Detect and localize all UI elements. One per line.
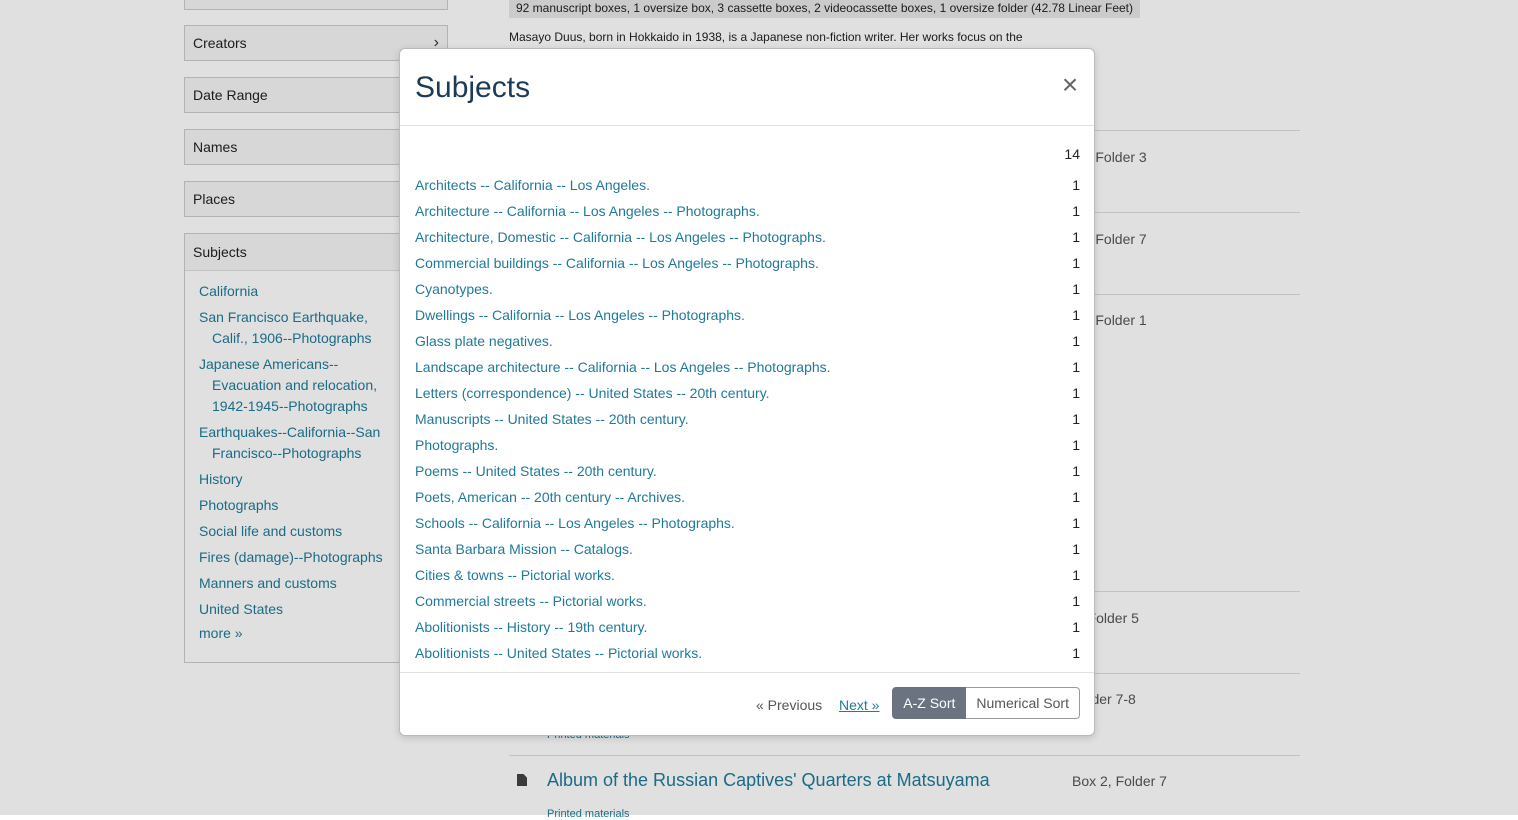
modal-footer: « Previous Next » A-Z Sort Numerical Sor…: [400, 672, 1094, 735]
subject-link[interactable]: Commercial buildings -- California -- Lo…: [415, 255, 819, 271]
subject-link[interactable]: Abolitionists -- United States -- Pictor…: [415, 645, 702, 661]
next-page-link[interactable]: Next »: [839, 697, 879, 713]
subject-list: Architects -- California -- Los Angeles.…: [415, 172, 1080, 666]
subject-count: 1: [1072, 255, 1080, 271]
subject-count: 1: [1072, 567, 1080, 583]
subject-count: 1: [1072, 281, 1080, 297]
subject-count: 1: [1072, 593, 1080, 609]
subject-count: 1: [1072, 385, 1080, 401]
subject-count: 1: [1072, 645, 1080, 661]
subject-link[interactable]: Commercial streets -- Pictorial works.: [415, 593, 647, 609]
modal-header: Subjects ×: [400, 49, 1094, 126]
subject-row: Architects -- California -- Los Angeles.…: [415, 172, 1080, 198]
subject-link[interactable]: Schools -- California -- Los Angeles -- …: [415, 515, 735, 531]
subject-count: 1: [1072, 359, 1080, 375]
subject-row: Photographs. 1: [415, 432, 1080, 458]
subject-row: Santa Barbara Mission -- Catalogs. 1: [415, 536, 1080, 562]
subject-row: Cyanotypes. 1: [415, 276, 1080, 302]
subject-link[interactable]: Photographs.: [415, 437, 498, 453]
subject-count: 1: [1072, 307, 1080, 323]
subject-link[interactable]: Landscape architecture -- California -- …: [415, 359, 831, 375]
subject-count: 1: [1072, 463, 1080, 479]
sort-toggle-group: A-Z Sort Numerical Sort: [892, 687, 1080, 719]
subject-row: Landscape architecture -- California -- …: [415, 354, 1080, 380]
subject-count: 1: [1072, 515, 1080, 531]
subject-row: Cities & towns -- Pictorial works. 1: [415, 562, 1080, 588]
subject-count: 1: [1072, 333, 1080, 349]
total-count: 14: [1064, 146, 1080, 162]
subject-link[interactable]: Abolitionists -- History -- 19th century…: [415, 619, 647, 635]
subject-count: 1: [1072, 437, 1080, 453]
subject-row: Commercial buildings -- California -- Lo…: [415, 250, 1080, 276]
subject-row: Abolitionists -- United States -- Pictor…: [415, 640, 1080, 666]
subject-row: Letters (correspondence) -- United State…: [415, 380, 1080, 406]
subject-link[interactable]: Manuscripts -- United States -- 20th cen…: [415, 411, 689, 427]
subject-row: Dwellings -- California -- Los Angeles -…: [415, 302, 1080, 328]
subject-count: 1: [1072, 541, 1080, 557]
subject-link[interactable]: Cities & towns -- Pictorial works.: [415, 567, 615, 583]
subject-row: Architecture, Domestic -- California -- …: [415, 224, 1080, 250]
subject-row: Poems -- United States -- 20th century. 1: [415, 458, 1080, 484]
subject-row: Commercial streets -- Pictorial works. 1: [415, 588, 1080, 614]
subject-link[interactable]: Architecture, Domestic -- California -- …: [415, 229, 826, 245]
subjects-modal: Subjects × 14 Architects -- California -…: [399, 48, 1095, 736]
subject-link[interactable]: Architecture -- California -- Los Angele…: [415, 203, 760, 219]
previous-page-link[interactable]: « Previous: [756, 697, 822, 713]
subject-count: 1: [1072, 489, 1080, 505]
subject-count: 1: [1072, 177, 1080, 193]
subject-link[interactable]: Architects -- California -- Los Angeles.: [415, 177, 650, 193]
subject-row: Glass plate negatives. 1: [415, 328, 1080, 354]
sort-az-button[interactable]: A-Z Sort: [892, 687, 967, 719]
subject-row: Architecture -- California -- Los Angele…: [415, 198, 1080, 224]
subject-row: Manuscripts -- United States -- 20th cen…: [415, 406, 1080, 432]
close-icon[interactable]: ×: [1058, 71, 1082, 99]
subject-link[interactable]: Cyanotypes.: [415, 281, 493, 297]
subject-link[interactable]: Poets, American -- 20th century -- Archi…: [415, 489, 685, 505]
subject-count: 1: [1072, 411, 1080, 427]
sort-numerical-button[interactable]: Numerical Sort: [966, 687, 1080, 719]
subject-link[interactable]: Santa Barbara Mission -- Catalogs.: [415, 541, 633, 557]
subject-row: Abolitionists -- History -- 19th century…: [415, 614, 1080, 640]
subject-row: Poets, American -- 20th century -- Archi…: [415, 484, 1080, 510]
modal-title: Subjects: [415, 71, 531, 104]
subject-link[interactable]: Poems -- United States -- 20th century.: [415, 463, 657, 479]
subject-count: 1: [1072, 203, 1080, 219]
subject-link[interactable]: Dwellings -- California -- Los Angeles -…: [415, 307, 745, 323]
subject-count: 1: [1072, 229, 1080, 245]
subject-link[interactable]: Glass plate negatives.: [415, 333, 553, 349]
subject-count: 1: [1072, 619, 1080, 635]
subject-row: Schools -- California -- Los Angeles -- …: [415, 510, 1080, 536]
subject-link[interactable]: Letters (correspondence) -- United State…: [415, 385, 770, 401]
